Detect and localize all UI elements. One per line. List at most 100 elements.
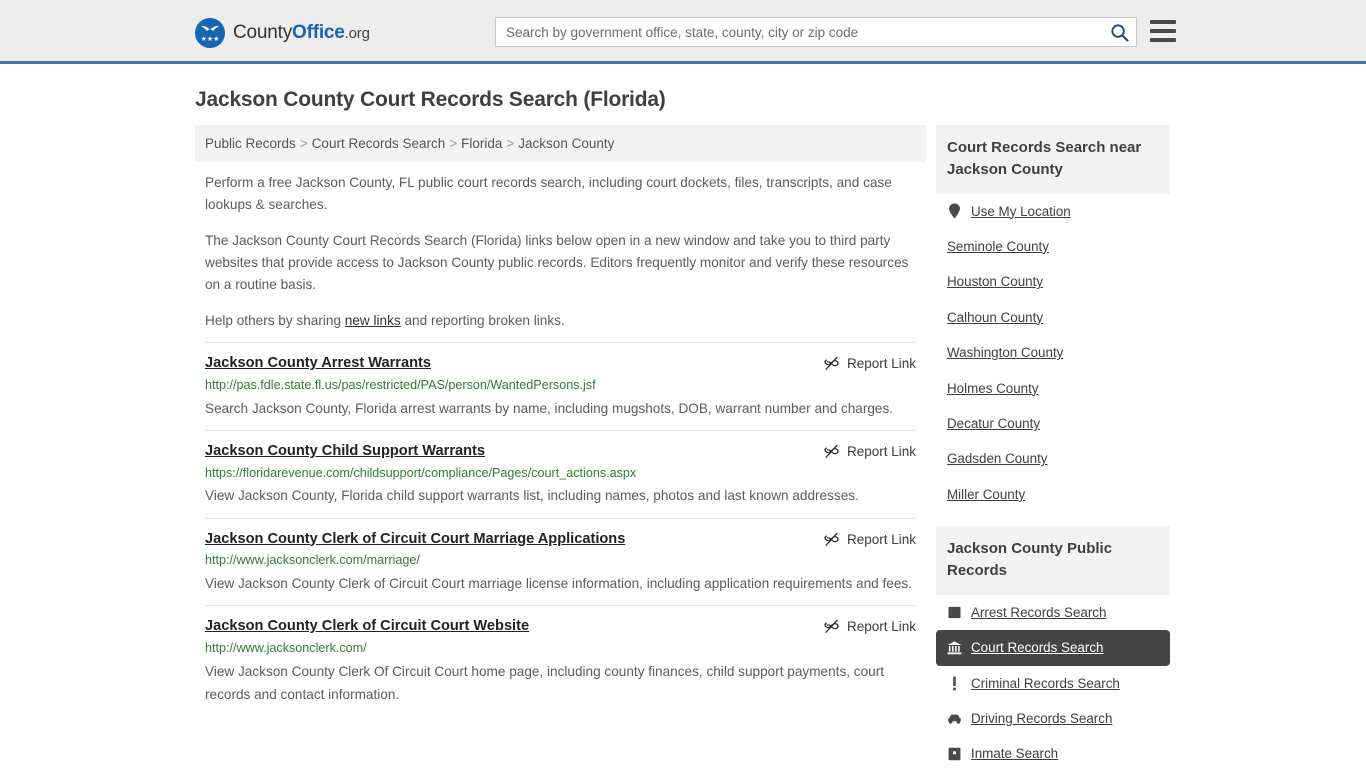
breadcrumb-separator: > (299, 136, 308, 151)
sidebar-nearby-link[interactable]: Gadsden County (947, 450, 1048, 467)
hamburger-bar (1150, 20, 1176, 24)
sidebar-records-link[interactable]: Arrest Records Search (971, 604, 1106, 621)
result-item: Jackson County Child Support Warrants Re… (205, 429, 916, 518)
intro-text-post: and reporting broken links. (400, 313, 565, 329)
sidebar-nearby-link[interactable]: Houston County (947, 273, 1043, 290)
public-records-list: Arrest Records Search Court Records Searc… (936, 595, 1170, 768)
sidebar-records-item[interactable]: Driving Records Search (936, 701, 1170, 736)
sidebar-records-item[interactable]: Inmate Search (936, 736, 1170, 768)
result-title-link[interactable]: Jackson County Arrest Warrants (205, 354, 431, 373)
eagle-shield-logo-icon: ★★★ (195, 18, 225, 48)
site-logo[interactable]: ★★★ CountyOffice.org (195, 18, 370, 48)
breadcrumb-item-1[interactable]: Court Records Search (312, 136, 446, 151)
sidebar-nearby-item[interactable]: Miller County (936, 477, 1170, 512)
courthouse-icon (947, 640, 962, 655)
inmate-icon (948, 747, 961, 761)
result-title-link[interactable]: Jackson County Child Support Warrants (205, 442, 485, 461)
report-link-button[interactable]: Report Link (823, 443, 916, 460)
report-link-button[interactable]: Report Link (823, 531, 916, 548)
broken-link-icon (824, 619, 839, 634)
result-header: Jackson County Clerk of Circuit Court Ma… (205, 530, 916, 549)
result-url[interactable]: https://floridarevenue.com/childsupport/… (205, 465, 916, 483)
sidebar-records-link[interactable]: Inmate Search (971, 745, 1058, 762)
sidebar-records-link[interactable]: Court Records Search (971, 639, 1103, 656)
main-column: Public Records > Court Records Search > Flor… (195, 125, 926, 768)
report-link-label: Report Link (846, 356, 916, 372)
sidebar-nearby-item[interactable]: Seminole County (936, 229, 1170, 264)
hamburger-bar (1150, 29, 1176, 33)
content-columns: Public Records > Court Records Search > Flor… (195, 125, 1170, 768)
sidebar-nearby-link[interactable]: Miller County (947, 486, 1025, 503)
report-link-button[interactable]: Report Link (823, 355, 916, 372)
sidebar-records-item[interactable]: Criminal Records Search (936, 666, 1170, 701)
intro-paragraph-1: Perform a free Jackson County, FL public… (205, 175, 892, 213)
logo-text-tld: .org (344, 25, 370, 42)
sidebar-nearby-link[interactable]: Seminole County (947, 238, 1049, 255)
breadcrumb-item-0[interactable]: Public Records (205, 136, 296, 151)
public-records-heading: Jackson County Public Records (936, 526, 1170, 595)
page-title: Jackson County Court Records Search (Flo… (195, 88, 666, 111)
breadcrumb-item-3: Jackson County (518, 136, 615, 151)
sidebar-nearby-item[interactable]: Gadsden County (936, 441, 1170, 476)
result-title-link[interactable]: Jackson County Clerk of Circuit Court We… (205, 617, 529, 636)
sidebar-nearby-link[interactable]: Decatur County (947, 415, 1040, 432)
nearby-counties-box: Court Records Search near Jackson County… (936, 125, 1170, 512)
map-pin-icon (947, 203, 962, 219)
broken-link-icon (824, 444, 839, 458)
car-icon (948, 714, 961, 724)
result-description: View Jackson County, Florida child suppo… (205, 488, 859, 504)
result-url[interactable]: http://pas.fdle.state.fl.us/pas/restrict… (205, 377, 916, 395)
sidebar-nearby-item[interactable]: Holmes County (936, 371, 1170, 406)
exclamation-icon (947, 676, 962, 691)
result-header: Jackson County Clerk of Circuit Court We… (205, 617, 916, 636)
results-list: Jackson County Arrest Warrants Report Li… (195, 342, 926, 716)
result-url[interactable]: http://www.jacksonclerk.com/ (205, 640, 916, 658)
new-links-link[interactable]: new links (345, 313, 401, 328)
logo-text-county: County (233, 22, 293, 43)
public-records-box: Jackson County Public Records Arrest Rec… (936, 526, 1170, 768)
result-url[interactable]: http://www.jacksonclerk.com/marriage/ (205, 552, 916, 570)
sidebar-nearby-item[interactable]: Calhoun County (936, 300, 1170, 335)
breadcrumb-separator: > (449, 136, 458, 151)
result-item: Jackson County Clerk of Circuit Court Ma… (205, 517, 916, 606)
report-link-button[interactable]: Report Link (823, 618, 916, 635)
sidebar-nearby-link[interactable]: Washington County (947, 344, 1063, 361)
sidebar-nearby-link[interactable]: Use My Location (971, 203, 1071, 220)
sidebar-nearby-item[interactable]: Houston County (936, 264, 1170, 299)
sidebar-nearby-link[interactable]: Calhoun County (947, 309, 1043, 326)
result-title-link[interactable]: Jackson County Clerk of Circuit Court Ma… (205, 530, 625, 549)
result-description: View Jackson County Clerk of Circuit Cou… (205, 576, 912, 592)
site-header: ★★★ CountyOffice.org (0, 0, 1366, 64)
fingerprint-square-icon (948, 606, 961, 619)
courthouse-icon (947, 641, 962, 655)
exclamation-icon (953, 676, 956, 691)
sidebar-records-link[interactable]: Driving Records Search (971, 710, 1112, 727)
result-description: View Jackson County Clerk Of Circuit Cou… (205, 663, 885, 702)
search-button[interactable] (1102, 18, 1136, 46)
fingerprint-square-icon (947, 605, 962, 620)
result-item: Jackson County Arrest Warrants Report Li… (205, 342, 916, 430)
intro-section: Perform a free Jackson County, FL public… (195, 162, 926, 332)
search-icon (1110, 23, 1129, 42)
intro-paragraph-3: Help others by sharing new links and rep… (205, 310, 916, 332)
nearby-counties-list: Use My Location Seminole County Houston Co… (936, 194, 1170, 513)
inmate-icon (947, 747, 962, 762)
logo-stars: ★★★ (200, 36, 220, 43)
sidebar-nearby-item[interactable]: Decatur County (936, 406, 1170, 441)
broken-link-icon (824, 356, 839, 371)
sidebar-nearby-item[interactable]: Washington County (936, 335, 1170, 370)
report-link-label: Report Link (846, 619, 916, 635)
result-header: Jackson County Arrest Warrants Report Li… (205, 354, 916, 373)
broken-link-icon (824, 532, 839, 546)
sidebar-nearby-item[interactable]: Use My Location (936, 194, 1170, 229)
breadcrumb-item-2[interactable]: Florida (461, 136, 502, 151)
report-link-label: Report Link (846, 443, 916, 459)
sidebar-records-link[interactable]: Criminal Records Search (971, 675, 1120, 692)
sidebar-nearby-link[interactable]: Holmes County (947, 380, 1039, 397)
sidebar-records-item[interactable]: Arrest Records Search (936, 595, 1170, 630)
search-bar[interactable] (495, 17, 1137, 47)
sidebar-records-item[interactable]: Court Records Search (936, 630, 1170, 666)
search-input[interactable] (496, 19, 1102, 45)
hamburger-menu-icon[interactable] (1150, 20, 1176, 42)
breadcrumb: Public Records > Court Records Search > Flor… (195, 125, 926, 162)
